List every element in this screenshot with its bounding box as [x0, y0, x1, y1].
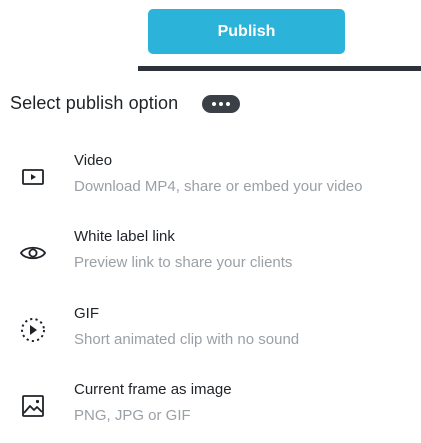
option-gif[interactable]: GIF Short animated clip with no sound	[0, 299, 421, 367]
option-video[interactable]: Video Download MP4, share or embed your …	[0, 146, 421, 214]
option-title: Current frame as image	[74, 381, 232, 398]
option-white-label-link[interactable]: White label link Preview link to share y…	[0, 222, 421, 290]
option-title: GIF	[74, 305, 99, 322]
panel-header: Select publish option	[10, 93, 241, 114]
dot	[226, 101, 231, 106]
option-title: Video	[74, 152, 113, 169]
top-bar: Publish	[0, 0, 421, 71]
dot	[212, 101, 217, 106]
eye-icon	[18, 238, 48, 268]
publish-button[interactable]: Publish	[148, 9, 345, 54]
option-current-frame-image[interactable]: Current frame as image PNG, JPG or GIF	[0, 375, 421, 443]
option-description: Preview link to share your clients	[74, 254, 293, 271]
option-description: Short animated clip with no sound	[74, 331, 300, 348]
gif-play-icon	[18, 315, 48, 345]
video-play-icon	[18, 162, 48, 192]
option-title: White label link	[74, 228, 175, 245]
dot	[219, 101, 224, 106]
publish-options-panel: Select publish option Video Download MP4…	[0, 71, 421, 435]
more-dots-icon[interactable]	[202, 94, 241, 113]
option-description: PNG, JPG or GIF	[74, 407, 191, 424]
option-description: Download MP4, share or embed your video	[74, 178, 363, 195]
panel-title: Select publish option	[10, 93, 179, 113]
image-icon	[18, 391, 48, 421]
